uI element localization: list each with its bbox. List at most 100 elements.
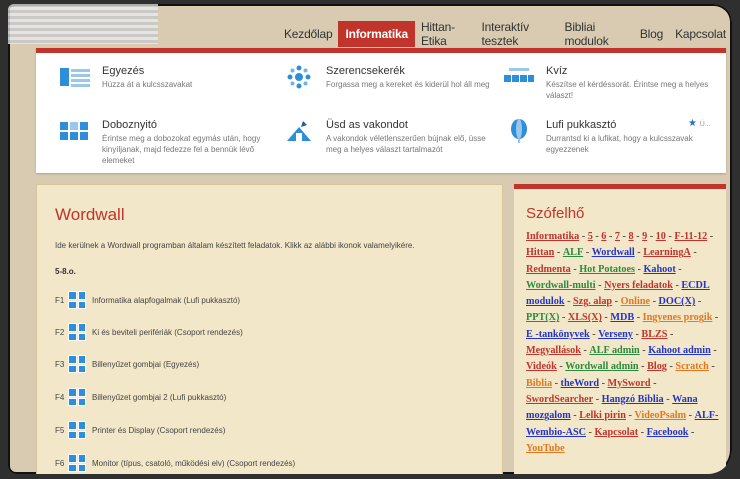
dropdown-item-usd-as-vakondot[interactable]: Üsd as vakondot A vakondok véletlenszerű… xyxy=(282,119,492,155)
exercise-code: F5 xyxy=(55,425,65,435)
balloon-icon xyxy=(502,119,536,143)
main-content-panel: Wordwall Ide kerülnek a Wordwall program… xyxy=(36,184,503,474)
dropdown-item-desc: Forgassa meg a kereket és kiderül hol ál… xyxy=(326,80,490,89)
tag-link[interactable]: Blog xyxy=(647,361,667,372)
nav-item-blog[interactable]: Blog xyxy=(634,23,669,45)
dropdown-item-desc: Durrantsd ki a lufikat, hogy a kulcsszav… xyxy=(546,134,693,154)
nav-item-interaktiv-tesztek[interactable]: Interaktív tesztek xyxy=(476,16,559,52)
nav-item-kezdolap[interactable]: Kezdőlap xyxy=(278,23,338,45)
wordwall-icon[interactable] xyxy=(67,420,87,440)
tag-link[interactable]: Kahoot xyxy=(643,264,675,275)
exercise-label[interactable]: Monitor (típus, csatoló, működési elv) (… xyxy=(92,459,295,468)
boxes-icon xyxy=(58,119,92,143)
star-badge-label: Ú... xyxy=(699,121,711,128)
wordwall-icon[interactable] xyxy=(67,387,87,407)
exercise-row[interactable]: F6 Monitor (típus, csatoló, működési elv)… xyxy=(55,453,295,473)
exercise-code: F1 xyxy=(55,295,65,305)
dropdown-item-title: Kvíz xyxy=(546,65,568,77)
tag-link[interactable]: Kahoot admin xyxy=(648,345,711,356)
tag-link[interactable]: Verseny xyxy=(598,329,633,340)
tag-link[interactable]: Lelki pirin xyxy=(579,410,626,421)
tag-link[interactable]: PPT(X) xyxy=(526,312,559,323)
tag-link[interactable]: Online xyxy=(621,296,650,307)
tag-link[interactable]: Megyallások xyxy=(526,345,581,356)
match-icon xyxy=(58,65,92,89)
exercise-label[interactable]: Ki és beviteli perifériák (Csoport rende… xyxy=(92,328,243,337)
exercise-row[interactable]: F4 Billenyűzet gombjai 2 (Lufi pukkasztó) xyxy=(55,387,226,407)
tag-link[interactable]: 10 xyxy=(656,231,666,242)
tag-link[interactable]: Videók xyxy=(526,361,557,372)
tag-link[interactable]: Hot Potatoes xyxy=(579,264,635,275)
top-navigation: Kezdőlap Informatika Hittan-Etika Intera… xyxy=(278,16,732,52)
browser-frame: Kezdőlap Informatika Hittan-Etika Intera… xyxy=(8,4,732,474)
tag-link[interactable]: SwordSearcher xyxy=(526,394,593,405)
tag-link[interactable]: DOC(X) xyxy=(659,296,696,307)
exercise-label[interactable]: Informatika alapfogalmak (Lufi pukkasztó… xyxy=(92,296,240,305)
dropdown-item-desc: Készítse el kérdéssorát. Érintse meg a h… xyxy=(546,80,709,100)
wordwall-icon[interactable] xyxy=(67,354,87,374)
tag-link[interactable]: Szg. alap xyxy=(573,296,612,307)
dropdown-item-desc: A vakondok véletlenszerűen bújnak elő, ü… xyxy=(326,134,486,154)
wordwall-icon[interactable] xyxy=(67,322,87,342)
exercise-code: F6 xyxy=(55,458,65,468)
exercise-code: F2 xyxy=(55,327,65,337)
dropdown-item-desc: Húzza át a kulcsszavakat xyxy=(102,80,193,89)
dropdown-item-kviz[interactable]: Kvíz Készítse el kérdéssorát. Érintse me… xyxy=(502,65,712,101)
tag-link[interactable]: ALF xyxy=(563,247,583,258)
header-decoration xyxy=(8,4,158,44)
nav-item-hittan-etika[interactable]: Hittan-Etika xyxy=(415,16,476,52)
tag-link[interactable]: LearningA xyxy=(643,247,691,258)
wordwall-icon[interactable] xyxy=(67,290,87,310)
tag-link[interactable]: Facebook xyxy=(647,427,689,438)
tag-link[interactable]: Wordwall admin xyxy=(565,361,638,372)
dropdown-item-title: Doboznyitó xyxy=(102,119,158,131)
exercise-label[interactable]: Billenyűzet gombjai 2 (Lufi pukkasztó) xyxy=(92,393,226,402)
nav-item-kapcsolat[interactable]: Kapcsolat xyxy=(669,23,732,45)
tag-link[interactable]: Ingyenes progik xyxy=(643,312,713,323)
dropdown-item-desc: Érintse meg a dobozokat egymás után, hog… xyxy=(102,134,261,165)
exercise-label[interactable]: Billenyűzet gombjai (Egyezés) xyxy=(92,360,199,369)
word-cloud-sidebar: Szófelhő Informatika - 5 - 6 - 7 - 8 - 9… xyxy=(514,184,726,474)
tag-link[interactable]: ALF admin xyxy=(589,345,639,356)
exercise-row[interactable]: F2 Ki és beviteli perifériák (Csoport ren… xyxy=(55,322,243,342)
nav-item-bibliai-modulok[interactable]: Bibliai modulok xyxy=(559,16,634,52)
exercise-row[interactable]: F1 Informatika alapfogalmak (Lufi pukkasz… xyxy=(55,290,240,310)
exercise-row[interactable]: F3 Billenyűzet gombjai (Egyezés) xyxy=(55,354,199,374)
dropdown-item-egyezes[interactable]: Egyezés Húzza át a kulcsszavakat xyxy=(58,65,268,90)
tag-link[interactable]: theWord xyxy=(561,378,600,389)
tag-cloud: Informatika - 5 - 6 - 7 - 8 - 9 - 10 - F… xyxy=(526,231,719,454)
tag-link[interactable]: Kapcsolat xyxy=(595,427,639,438)
sidebar-title: Szófelhő xyxy=(526,205,585,222)
tag-link[interactable]: Biblia xyxy=(526,378,552,389)
tag-link[interactable]: MDB xyxy=(610,312,634,323)
exercise-code: F3 xyxy=(55,359,65,369)
exercise-row[interactable]: F5 Printer és Display (Csoport rendezés) xyxy=(55,420,225,440)
wordwall-icon[interactable] xyxy=(67,453,87,473)
exercise-label[interactable]: Printer és Display (Csoport rendezés) xyxy=(92,426,225,435)
tag-link[interactable]: Wordwall xyxy=(592,247,635,258)
tag-link[interactable]: Scratch xyxy=(675,361,708,372)
exercise-code: F4 xyxy=(55,392,65,402)
star-badge[interactable]: ★ Ú... xyxy=(688,118,711,129)
tag-link[interactable]: Wordwall-multi xyxy=(526,280,596,291)
tag-link[interactable]: Hittan xyxy=(526,247,554,258)
tag-link[interactable]: YouTube xyxy=(526,443,565,454)
tag-link[interactable]: Redmenta xyxy=(526,264,571,275)
grade-heading: 5-8.o. xyxy=(55,267,76,276)
tag-link[interactable]: F-11-12 xyxy=(674,231,707,242)
tag-link[interactable]: Hangzó Biblia xyxy=(602,394,664,405)
quiz-icon xyxy=(502,65,536,89)
dropdown-item-szerencsekerek[interactable]: Szerencsekerék Forgassa meg a kereket és… xyxy=(282,65,492,90)
tag-link[interactable]: MySword xyxy=(608,378,651,389)
dropdown-item-doboznyito[interactable]: Doboznyitó Érintse meg a dobozokat egymá… xyxy=(58,119,268,166)
tag-link[interactable]: XLS(X) xyxy=(568,312,602,323)
tag-link[interactable]: BLZS xyxy=(641,329,667,340)
tag-link[interactable]: VideoPsalm xyxy=(634,410,686,421)
dropdown-item-title: Szerencsekerék xyxy=(326,65,405,77)
tag-link[interactable]: Informatika xyxy=(526,231,579,242)
nav-item-informatika[interactable]: Informatika xyxy=(338,21,415,47)
dropdown-item-lufi-pukkaszto[interactable]: Lufi pukkasztó Durrantsd ki a lufikat, h… xyxy=(502,119,712,155)
tag-link[interactable]: Nyers feladatok xyxy=(604,280,673,291)
page-title: Wordwall xyxy=(55,205,125,224)
tag-link[interactable]: E -tankönyvek xyxy=(526,329,590,340)
